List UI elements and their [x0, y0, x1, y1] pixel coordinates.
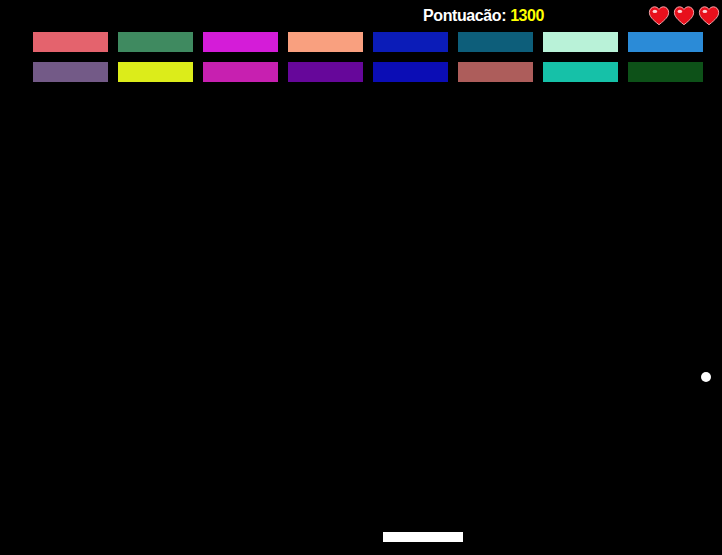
brick-row	[33, 32, 722, 52]
heart-icon	[673, 5, 695, 27]
brick	[373, 32, 448, 52]
brick	[458, 32, 533, 52]
brick	[458, 62, 533, 82]
score: Pontuacão: 1300	[0, 8, 544, 24]
brick	[203, 32, 278, 52]
brick	[288, 32, 363, 52]
score-value: 1300	[510, 8, 544, 24]
game-board: Pontuacão: 1300	[0, 0, 722, 555]
brick	[373, 62, 448, 82]
brick	[543, 32, 618, 52]
brick-wall	[0, 32, 722, 82]
brick-row	[33, 62, 722, 82]
lives	[648, 5, 720, 27]
brick	[33, 62, 108, 82]
paddle[interactable]	[383, 532, 463, 542]
brick	[288, 62, 363, 82]
ball	[701, 372, 711, 382]
brick	[543, 62, 618, 82]
brick	[628, 62, 703, 82]
hud: Pontuacão: 1300	[0, 0, 722, 32]
brick	[203, 62, 278, 82]
heart-icon	[648, 5, 670, 27]
brick	[628, 32, 703, 52]
brick	[118, 62, 193, 82]
brick	[33, 32, 108, 52]
score-label: Pontuacão:	[423, 8, 506, 24]
brick	[118, 32, 193, 52]
heart-icon	[698, 5, 720, 27]
